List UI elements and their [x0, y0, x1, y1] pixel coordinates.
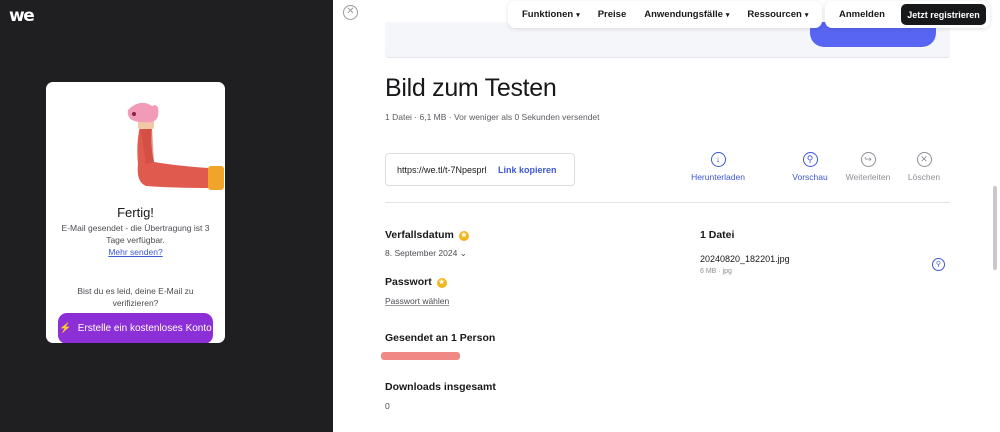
divider: [385, 202, 950, 203]
search-icon: ⚲: [802, 152, 818, 167]
nav-item-funktionen[interactable]: Funktionen ▾: [522, 9, 580, 20]
chevron-down-icon: ▾: [576, 12, 580, 19]
flexing-arm-illustration: [127, 102, 224, 190]
nav-item-preise[interactable]: Preise: [598, 9, 627, 20]
premium-badge-icon: ★: [458, 231, 469, 241]
expiry-select[interactable]: 8. September 2024 ⌄: [385, 248, 467, 259]
share-link-box: https://we.tl/t-7Npesprl Link kopieren: [385, 153, 575, 186]
create-account-button[interactable]: ⚡ Erstelle ein kostenloses Konto: [58, 313, 213, 343]
create-account-label: Erstelle ein kostenloses Konto: [77, 323, 212, 334]
preview-label: Vorschau: [792, 172, 828, 182]
delete-label: Löschen: [907, 172, 941, 182]
transfer-meta: 1 Datei · 6,1 MB · Vor weniger als 0 Sek…: [385, 112, 600, 122]
transfer-panel: ✕ Funktionen ▾ Preise Anwendungsfälle ▾ Re…: [333, 0, 1000, 432]
redacted-recipient: [381, 352, 460, 360]
copy-link-button[interactable]: Link kopieren: [498, 165, 557, 175]
delete-button[interactable]: ✕ Löschen: [894, 152, 954, 182]
main-nav: Funktionen ▾ Preise Anwendungsfälle ▾ Ress…: [508, 1, 822, 28]
share-link-url[interactable]: https://we.tl/t-7Npesprl: [397, 165, 492, 175]
nav-item-ressourcen[interactable]: Ressourcen ▾: [747, 9, 808, 20]
chevron-down-icon: ▾: [725, 12, 730, 19]
wetransfer-logo[interactable]: we: [9, 6, 35, 26]
forward-label: Weiterleiten: [845, 172, 891, 182]
card-message: E-Mail gesendet - die Übertragung ist 3 …: [61, 223, 210, 245]
login-button[interactable]: Anmelden: [839, 9, 885, 20]
download-button[interactable]: ↓ Herunterladen: [688, 152, 748, 182]
chevron-down-icon: ⌄: [459, 248, 467, 258]
expiry-label: Verfallsdatum ★: [385, 229, 469, 241]
file-meta: 6 MB · jpg: [700, 268, 732, 275]
password-label: Passwort ★: [385, 276, 447, 288]
file-preview-icon[interactable]: ⚲: [932, 258, 945, 271]
sent-to-label: Gesendet an 1 Person: [385, 332, 496, 344]
download-label: Herunterladen: [691, 172, 745, 182]
success-card: Fertig! E-Mail gesendet - die Übertragun…: [46, 82, 225, 343]
card-title: Fertig!: [117, 205, 154, 220]
left-panel: we Fertig! E-Mail gesendet - die Übertra…: [0, 0, 333, 432]
send-more-link[interactable]: Mehr senden?: [46, 247, 225, 257]
lightning-icon: ⚡: [59, 323, 72, 334]
choose-password-link[interactable]: Passwort wählen: [385, 296, 449, 306]
forward-icon: ↪: [860, 152, 876, 167]
verify-question: Bist du es leid, deine E-Mail zu verifiz…: [77, 286, 194, 308]
download-icon: ↓: [710, 152, 726, 167]
transfer-title: Bild zum Testen: [385, 74, 557, 102]
auth-nav: Anmelden Jetzt registrieren: [825, 1, 990, 28]
preview-button[interactable]: ⚲ Vorschau: [780, 152, 840, 182]
downloads-count: 0: [385, 401, 390, 411]
close-icon: ✕: [916, 152, 932, 167]
nav-item-anwendungsfaelle[interactable]: Anwendungsfälle ▾: [644, 9, 729, 20]
downloads-label: Downloads insgesamt: [385, 381, 496, 393]
close-icon[interactable]: ✕: [343, 5, 358, 20]
premium-badge-icon: ★: [436, 278, 447, 288]
scrollbar[interactable]: [993, 186, 997, 270]
register-button[interactable]: Jetzt registrieren: [901, 4, 986, 25]
chevron-down-icon: ▾: [804, 12, 809, 19]
forward-button[interactable]: ↪ Weiterleiten: [838, 152, 898, 182]
files-heading: 1 Datei: [700, 229, 735, 241]
file-name: 20240820_182201.jpg: [700, 254, 790, 264]
